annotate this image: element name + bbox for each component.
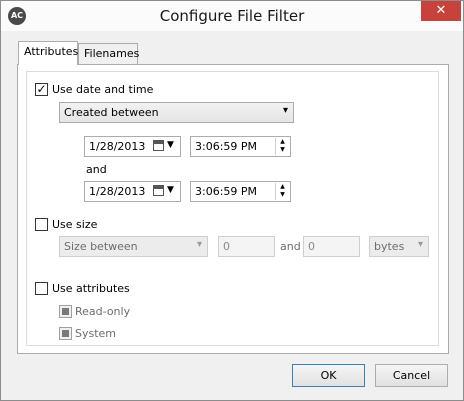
from-time-value: 3:06:59 PM: [195, 140, 258, 153]
from-time-spinner[interactable]: ▲ ▼: [275, 138, 289, 155]
system-label: System: [75, 327, 117, 340]
from-date-value: 1/28/2013: [89, 140, 146, 153]
to-time-field[interactable]: 3:06:59 PM ▲ ▼: [190, 181, 291, 202]
tab-filenames[interactable]: Filenames: [78, 43, 139, 65]
size-max-field[interactable]: 0: [303, 236, 360, 257]
cancel-button[interactable]: Cancel: [375, 364, 448, 387]
size-and-label: and: [280, 240, 301, 253]
use-attributes-label: Use attributes: [52, 282, 130, 295]
calendar-icon[interactable]: [153, 140, 164, 151]
read-only-checkbox[interactable]: [59, 305, 72, 318]
from-date-picker[interactable]: 1/28/2013 ▼: [84, 136, 181, 157]
system-checkbox[interactable]: [59, 327, 72, 340]
size-unit-select[interactable]: bytes ▾: [369, 236, 429, 257]
size-mode-select[interactable]: Size between ▾: [59, 236, 208, 257]
size-mode-value: Size between: [64, 240, 138, 253]
spin-down-icon[interactable]: ▼: [276, 191, 289, 199]
size-unit-value: bytes: [374, 240, 405, 253]
chevron-down-icon[interactable]: ▼: [167, 140, 174, 150]
attributes-frame: Use date and time Created between ▾ 1/28…: [26, 71, 439, 346]
date-mode-value: Created between: [64, 106, 159, 119]
ok-button[interactable]: OK: [292, 364, 365, 387]
title-bar: AC Configure File Filter ✕: [1, 1, 463, 31]
chevron-down-icon: ▾: [417, 239, 423, 250]
use-size-checkbox[interactable]: [35, 218, 48, 231]
from-time-field[interactable]: 3:06:59 PM ▲ ▼: [190, 136, 291, 157]
chevron-down-icon: ▾: [196, 239, 202, 250]
size-min-field[interactable]: 0: [218, 236, 275, 257]
configure-file-filter-dialog: AC Configure File Filter ✕ Attributes Fi…: [0, 0, 464, 401]
use-attributes-checkbox[interactable]: [35, 282, 48, 295]
date-mode-select[interactable]: Created between ▾: [59, 102, 294, 123]
tab-attributes[interactable]: Attributes: [18, 41, 78, 65]
to-date-value: 1/28/2013: [89, 185, 146, 198]
size-max-value: 0: [308, 240, 315, 253]
spin-down-icon[interactable]: ▼: [276, 146, 289, 154]
to-time-spinner[interactable]: ▲ ▼: [275, 183, 289, 200]
use-date-label: Use date and time: [52, 83, 154, 96]
close-button[interactable]: ✕: [421, 1, 461, 21]
use-date-checkbox[interactable]: [35, 83, 48, 96]
attributes-tab-panel: Use date and time Created between ▾ 1/28…: [17, 64, 449, 354]
spin-up-icon[interactable]: ▲: [276, 183, 289, 191]
read-only-label: Read-only: [75, 305, 131, 318]
to-date-picker[interactable]: 1/28/2013 ▼: [84, 181, 181, 202]
chevron-down-icon[interactable]: ▼: [167, 185, 174, 195]
size-min-value: 0: [223, 240, 230, 253]
use-size-label: Use size: [52, 218, 98, 231]
window-title: Configure File Filter: [159, 7, 305, 25]
chevron-down-icon: ▾: [282, 105, 288, 116]
calendar-icon[interactable]: [153, 185, 164, 196]
to-time-value: 3:06:59 PM: [195, 185, 258, 198]
spin-up-icon[interactable]: ▲: [276, 138, 289, 146]
date-and-label: and: [86, 163, 107, 176]
